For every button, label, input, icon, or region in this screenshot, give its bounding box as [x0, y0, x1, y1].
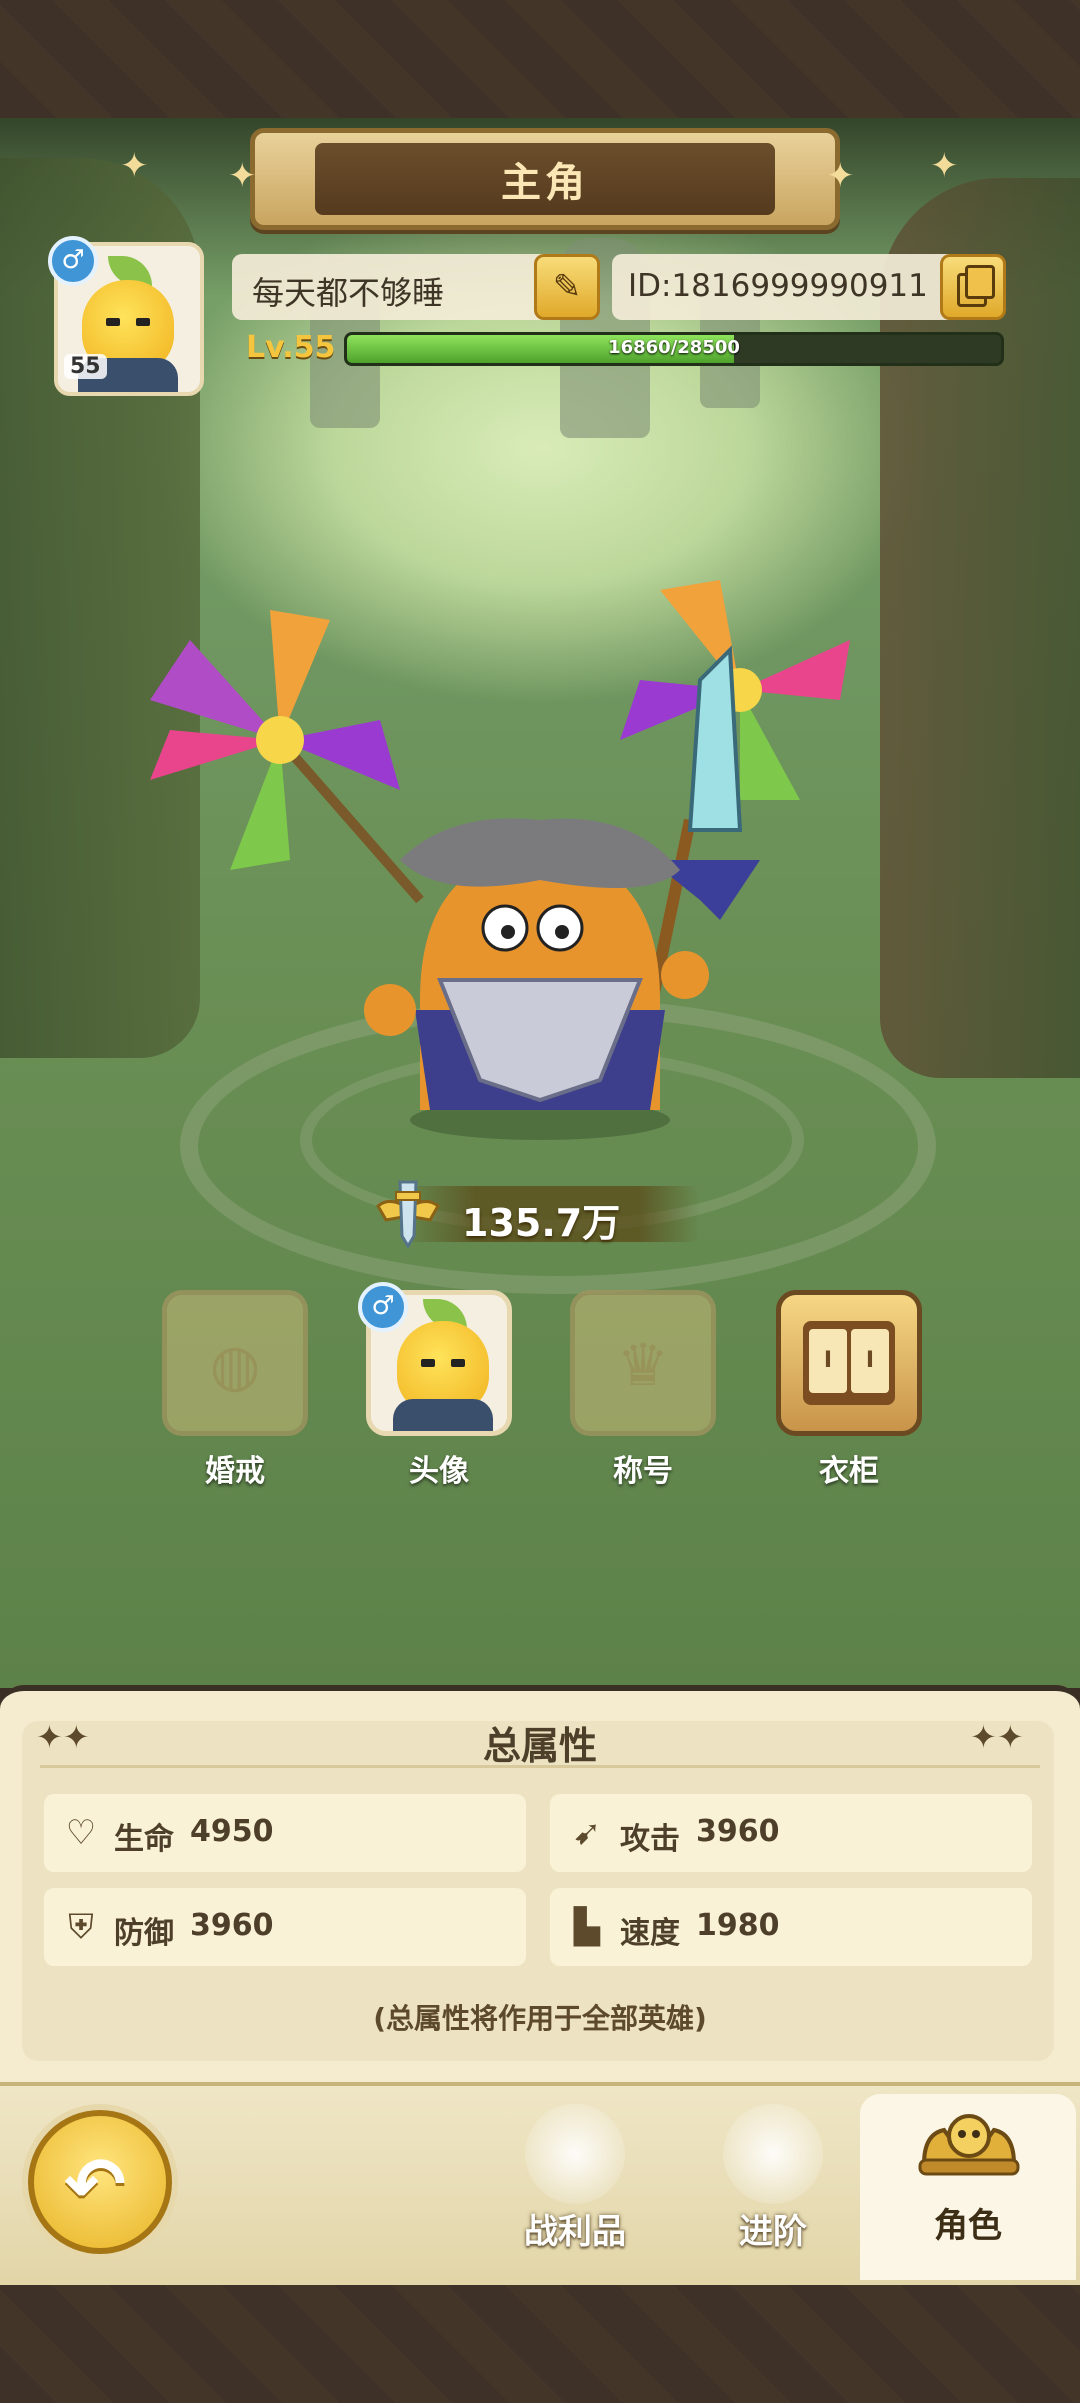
title-banner: 主角	[250, 128, 840, 230]
stat-value: 3960	[190, 1908, 274, 1943]
tab-label: 角色	[934, 2206, 1002, 2246]
sparkle-icon: ✦	[228, 156, 257, 196]
exp-text: 16860/28500	[608, 337, 740, 358]
stat-attack: ➹ 攻击 3960	[550, 1794, 1032, 1872]
feature-title-label: 称号	[613, 1454, 673, 1489]
back-arrow-icon: ↶	[64, 2142, 127, 2228]
sparkle-icon: ✦	[826, 156, 855, 196]
feature-title-button[interactable]: ♛	[570, 1290, 716, 1436]
exp-progress-bar: 16860/28500	[344, 332, 1004, 366]
stat-label: 攻击	[620, 1822, 680, 1857]
sparkle-icon: ✦	[930, 146, 959, 186]
sparkle-icon: ✦	[120, 146, 149, 186]
stat-value: 1980	[696, 1908, 780, 1943]
level-label: Lv.55	[246, 330, 336, 365]
stat-label: 防御	[114, 1916, 174, 1951]
player-name: 每天都不够睡	[252, 274, 445, 312]
advance-icon	[723, 2104, 823, 2204]
loot-icon	[525, 2104, 625, 2204]
stat-label: 速度	[620, 1916, 680, 1951]
attributes-title: 总属性	[482, 1724, 597, 1768]
combat-power-value: 135.7万	[462, 1201, 621, 1245]
male-gender-icon: ♂	[358, 1282, 408, 1332]
feature-ring-label: 婚戒	[205, 1454, 265, 1489]
stat-value: 3960	[696, 1814, 780, 1849]
feature-wardrobe-button[interactable]: I I	[776, 1290, 922, 1436]
tab-advance[interactable]: 进阶	[678, 2094, 868, 2280]
edit-name-button[interactable]: ✎	[534, 254, 600, 320]
claw-icon: ➹	[572, 1813, 602, 1853]
avatar-level-badge: 55	[64, 354, 107, 379]
attributes-note: (总属性将作用于全部英雄)	[373, 2002, 707, 2035]
copy-id-button[interactable]	[940, 254, 1006, 320]
player-id: ID:1816999990911	[628, 268, 928, 304]
tab-character[interactable]: 角色	[860, 2094, 1076, 2280]
stat-speed: ▙ 速度 1980	[550, 1888, 1032, 1966]
back-button[interactable]: ↶	[28, 2110, 172, 2254]
stat-hp: ♡ 生命 4950	[44, 1794, 526, 1872]
feature-wardrobe-label: 衣柜	[819, 1454, 879, 1489]
divider	[40, 1765, 1040, 1768]
pencil-icon: ✎	[552, 267, 582, 307]
stat-value: 4950	[190, 1814, 274, 1849]
heart-icon: ♡	[65, 1813, 97, 1853]
bottom-frame	[0, 2285, 1080, 2403]
copy-icon-front	[965, 265, 995, 299]
feature-ring-button[interactable]: ◍	[162, 1290, 308, 1436]
avatar-body	[393, 1399, 493, 1431]
stat-defense: ⛨ 防御 3960	[44, 1888, 526, 1966]
male-gender-icon: ♂	[48, 236, 98, 286]
shield-icon: ⛨	[68, 1907, 94, 1947]
page-title: 主角	[501, 160, 589, 206]
ring-icon: ◍	[209, 1331, 261, 1399]
wardrobe-icon: I I	[803, 1321, 895, 1405]
stat-label: 生命	[114, 1822, 174, 1857]
feature-avatar-label: 头像	[409, 1454, 469, 1489]
crown-badge-icon: ♛	[617, 1331, 669, 1399]
character-icon	[918, 2114, 1020, 2176]
sword-power-icon	[376, 1180, 440, 1249]
tab-label: 战利品	[524, 2212, 626, 2252]
tab-loot[interactable]: 战利品	[480, 2094, 670, 2280]
tab-label: 进阶	[739, 2212, 807, 2252]
top-frame	[0, 0, 1080, 118]
boot-icon: ▙	[573, 1907, 601, 1947]
